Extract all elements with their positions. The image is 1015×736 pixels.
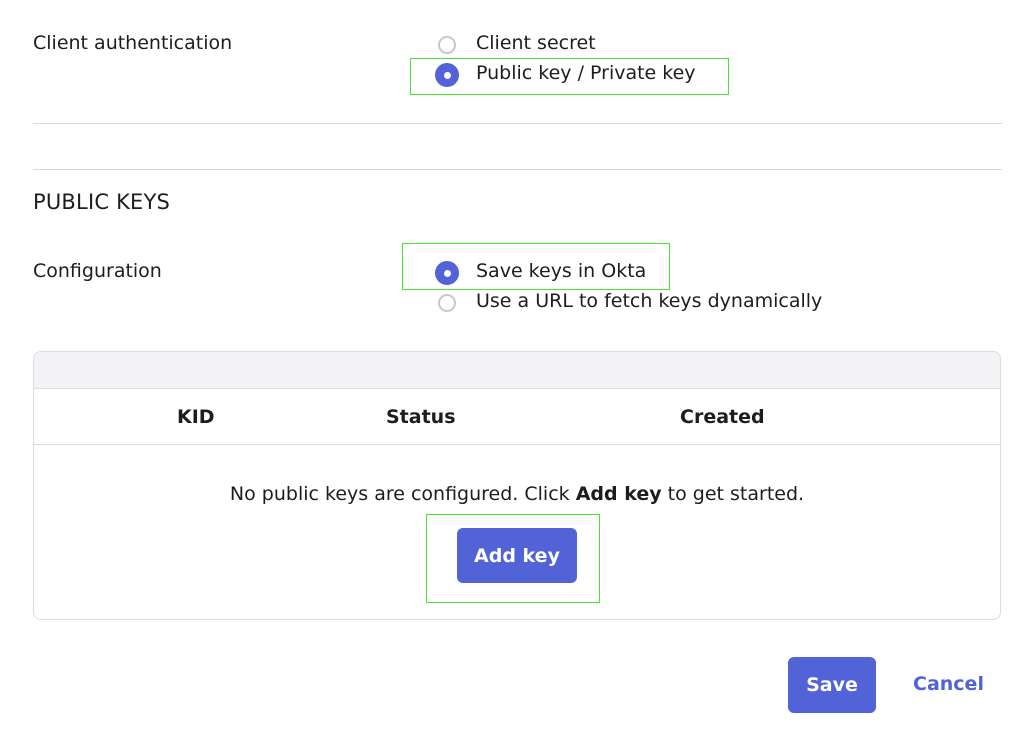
app-settings-page: Client authentication Client secret Publ…	[0, 0, 1015, 736]
configuration-label: Configuration	[33, 260, 162, 282]
radio-client-secret-label: Client secret	[476, 32, 596, 54]
radio-public-private-key-label: Public key / Private key	[476, 62, 696, 84]
radio-use-url[interactable]: Use a URL to fetch keys dynamically	[438, 286, 822, 316]
cancel-button[interactable]: Cancel	[913, 673, 984, 695]
table-toolbar	[34, 352, 1000, 389]
column-header-kid: KID	[177, 406, 215, 428]
section-title-public-keys: PUBLIC KEYS	[33, 190, 171, 214]
client-auth-label: Client authentication	[33, 32, 233, 54]
radio-checked-icon[interactable]	[435, 63, 459, 87]
column-header-created: Created	[680, 406, 765, 428]
column-header-status: Status	[386, 406, 456, 428]
radio-save-keys-in-okta[interactable]: Save keys in Okta	[435, 256, 647, 286]
empty-state-message: No public keys are configured. Click Add…	[34, 483, 1000, 505]
radio-client-secret[interactable]: Client secret	[438, 28, 596, 58]
empty-state-suffix: to get started.	[661, 483, 805, 505]
add-key-button[interactable]: Add key	[457, 528, 577, 583]
radio-use-url-label: Use a URL to fetch keys dynamically	[476, 290, 823, 312]
radio-unchecked-icon[interactable]	[438, 294, 456, 312]
divider	[33, 123, 1002, 124]
radio-unchecked-icon[interactable]	[438, 36, 456, 54]
radio-public-private-key[interactable]: Public key / Private key	[435, 58, 696, 88]
empty-state-prefix: No public keys are configured. Click	[229, 483, 576, 505]
save-button[interactable]: Save	[788, 657, 876, 713]
divider	[33, 169, 1002, 170]
radio-save-keys-label: Save keys in Okta	[476, 260, 647, 282]
empty-state-bold: Add key	[575, 483, 662, 505]
table-header-row: KID Status Created	[34, 389, 1000, 445]
radio-checked-icon[interactable]	[435, 261, 459, 285]
